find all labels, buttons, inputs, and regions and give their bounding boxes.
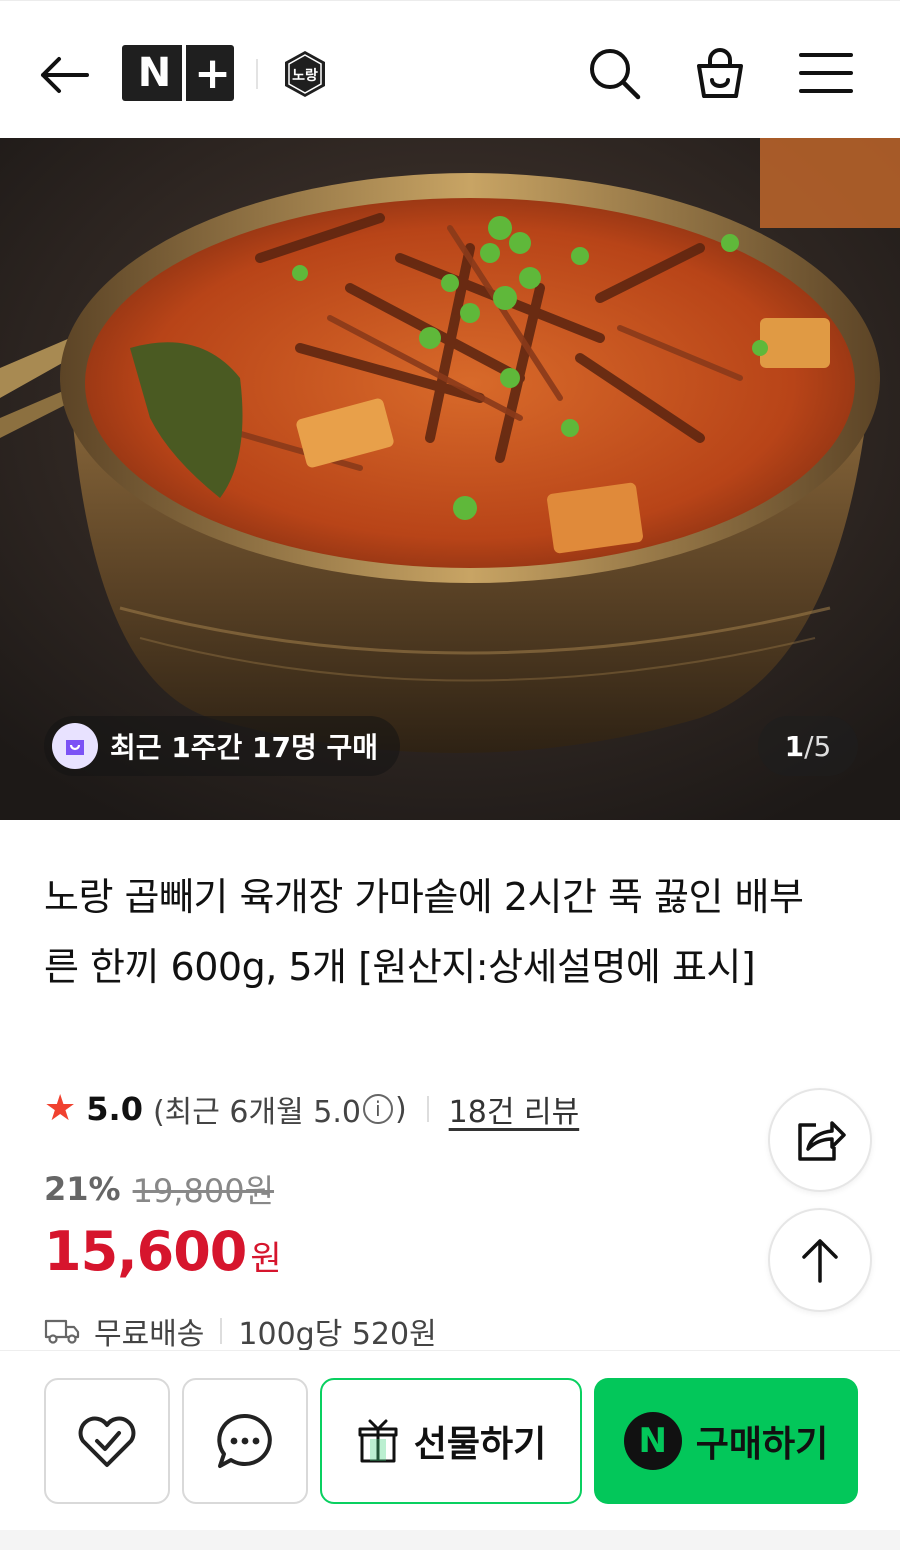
discount-row: 21% 19,800원 — [44, 1166, 274, 1212]
logo-n: N — [137, 50, 171, 96]
recent-rating-suffix: ) — [394, 1091, 407, 1127]
share-button[interactable] — [768, 1088, 872, 1192]
recent-purchase-badge: 최근 1주간 17명 구매 — [44, 716, 401, 776]
gift-button[interactable]: 선물하기 — [320, 1378, 582, 1504]
naver-plus-store-logo[interactable]: N + — [122, 45, 234, 101]
buy-button[interactable]: N 구매하기 — [594, 1378, 858, 1504]
back-button[interactable] — [36, 47, 92, 103]
arrow-left-icon — [41, 57, 89, 93]
rating-row: ★ 5.0 (최근 6개월 5.0 i ) 18건 리뷰 — [44, 1086, 579, 1132]
sale-price-row: 15,600 원 — [44, 1220, 282, 1286]
current-page: 1 — [784, 729, 805, 763]
talk-talk-button[interactable] — [182, 1378, 308, 1504]
review-count-link[interactable]: 18건 리뷰 — [449, 1087, 580, 1131]
svg-text:노랑: 노랑 — [292, 68, 318, 84]
buy-label: 구매하기 — [695, 1424, 829, 1465]
unit-price-label: 100g당 520원 — [238, 1317, 437, 1352]
purchase-bag-icon — [52, 723, 98, 769]
gift-label: 선물하기 — [413, 1424, 547, 1465]
heart-check-icon — [78, 1416, 136, 1467]
sale-price: 15,600 — [44, 1220, 247, 1283]
truck-icon — [44, 1319, 80, 1344]
rating-value: 5.0 — [86, 1090, 143, 1128]
discount-rate: 21% — [44, 1170, 121, 1208]
arrow-up-icon — [802, 1239, 838, 1283]
recent-rating-prefix: (최근 6개월 5.0 — [152, 1095, 361, 1130]
gift-icon — [358, 1419, 398, 1463]
star-icon: ★ — [44, 1088, 77, 1129]
original-price: 19,800원 — [132, 1172, 275, 1210]
shipping-divider — [220, 1318, 223, 1344]
chat-bubble-icon — [217, 1413, 272, 1468]
cart-button[interactable] — [688, 41, 752, 105]
share-icon — [798, 1121, 846, 1161]
shipping-row: 무료배송 100g당 520원 — [44, 1310, 437, 1352]
wishlist-button[interactable] — [44, 1378, 170, 1504]
shopping-bag-icon — [697, 48, 743, 98]
brand-hexagon-icon: 노랑 — [285, 51, 325, 97]
logo-plus: + — [194, 47, 231, 99]
image-page-counter: 1 /5 — [758, 716, 858, 776]
price-unit: 원 — [250, 1239, 282, 1279]
info-icon[interactable]: i — [362, 1094, 393, 1124]
total-pages: /5 — [804, 729, 832, 763]
header-divider — [256, 59, 258, 89]
top-header: N + 노랑 — [0, 0, 900, 138]
logo-separator — [182, 45, 186, 101]
search-icon — [590, 49, 641, 100]
rating-divider — [426, 1096, 429, 1122]
menu-button[interactable] — [794, 41, 858, 105]
naver-pay-icon: N — [623, 1412, 682, 1470]
bottom-strip — [0, 1530, 900, 1550]
scroll-top-button[interactable] — [768, 1208, 872, 1312]
free-shipping-label: 무료배송 — [94, 1317, 205, 1352]
product-title: 노랑 곱빼기 육개장 가마솥에 2시간 푹 끓인 배부른 한끼 600g, 5개… — [44, 875, 804, 989]
search-button[interactable] — [582, 41, 646, 105]
recent-purchase-text: 최근 1주간 17명 구매 — [110, 731, 379, 764]
hamburger-menu-icon — [799, 53, 853, 93]
brand-logo[interactable]: 노랑 — [280, 49, 330, 99]
